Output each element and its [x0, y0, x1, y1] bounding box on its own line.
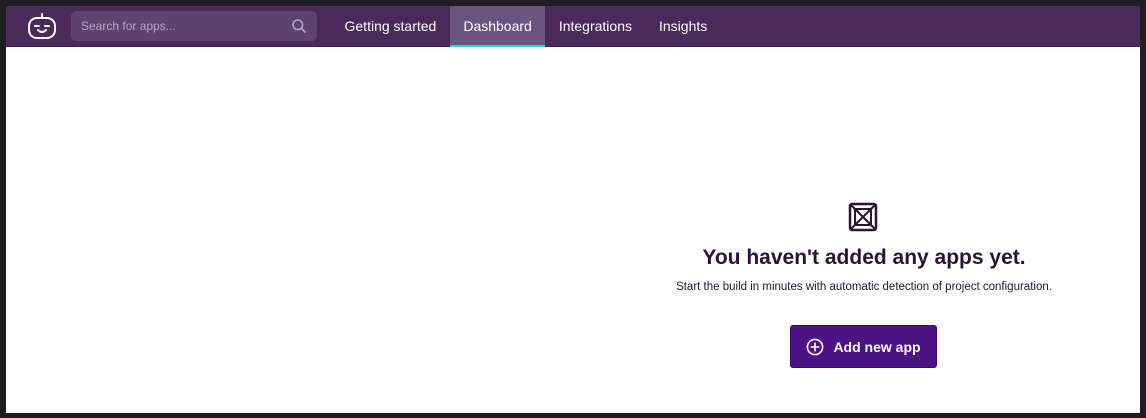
- empty-box-icon: [848, 202, 878, 232]
- top-navigation-bar: Getting started Dashboard Integrations I…: [6, 6, 1140, 47]
- search-box[interactable]: [71, 11, 317, 41]
- search-icon[interactable]: [291, 18, 307, 34]
- empty-state-subtitle: Start the build in minutes with automati…: [676, 281, 1052, 293]
- empty-state-title: You haven't added any apps yet.: [702, 246, 1026, 269]
- plus-circle-icon: [807, 338, 824, 355]
- add-new-app-label: Add new app: [833, 338, 921, 355]
- tab-getting-started[interactable]: Getting started: [331, 6, 450, 47]
- robot-face-icon[interactable]: [24, 11, 60, 43]
- tab-insights[interactable]: Insights: [646, 6, 721, 47]
- add-new-app-button[interactable]: Add new app: [790, 325, 937, 368]
- app-window: Getting started Dashboard Integrations I…: [6, 6, 1140, 413]
- tab-integrations[interactable]: Integrations: [545, 6, 645, 47]
- main-tabs: Getting started Dashboard Integrations I…: [331, 6, 721, 47]
- search-input[interactable]: [81, 11, 281, 41]
- tab-dashboard[interactable]: Dashboard: [449, 6, 546, 47]
